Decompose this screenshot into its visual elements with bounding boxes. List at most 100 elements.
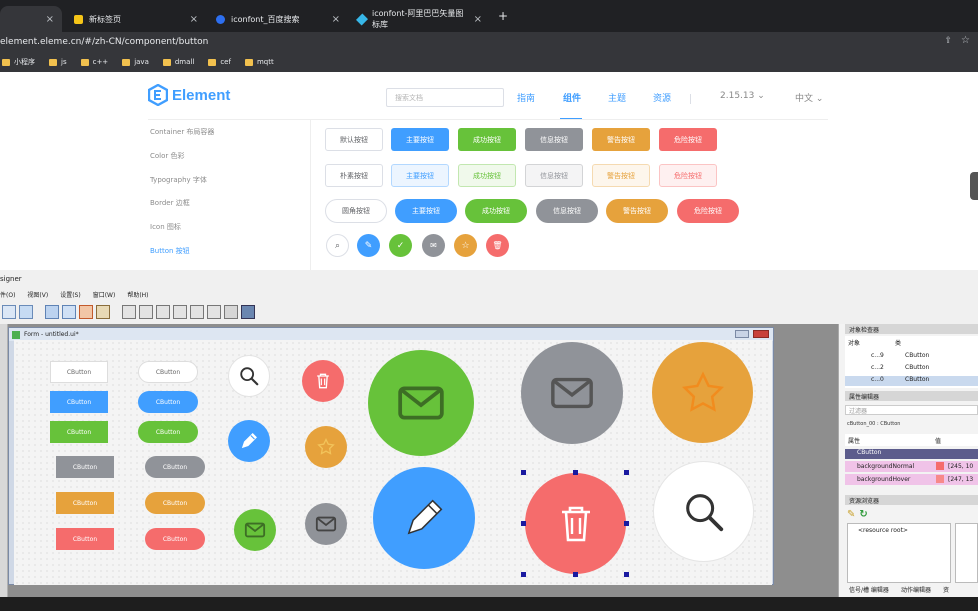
circle-button-edit-large[interactable] bbox=[373, 467, 475, 569]
selection-handle[interactable] bbox=[521, 521, 526, 526]
cbutton-info-round[interactable]: CButton bbox=[145, 456, 205, 478]
cbutton-success-round[interactable]: CButton bbox=[138, 421, 198, 443]
close-icon[interactable] bbox=[753, 330, 769, 338]
btn-circle-check[interactable]: ✓ bbox=[389, 234, 412, 257]
property-filter-input[interactable]: 过滤器 bbox=[845, 405, 978, 415]
btn-round-success[interactable]: 成功按钮 bbox=[465, 199, 527, 223]
selection-handle[interactable] bbox=[521, 572, 526, 577]
btn-danger[interactable]: 危险按钮 bbox=[659, 128, 717, 151]
sidebar-item-button[interactable]: Button 按钮 bbox=[150, 246, 190, 256]
selection-handle[interactable] bbox=[624, 521, 629, 526]
layout-grid-icon[interactable] bbox=[190, 305, 204, 319]
circle-button-message-large[interactable] bbox=[368, 350, 474, 456]
property-row-background-hover[interactable]: backgroundHover [247, 13 bbox=[845, 474, 978, 485]
cbutton-primary-rect[interactable]: CButton bbox=[50, 391, 108, 413]
bookmark-item[interactable]: js bbox=[49, 58, 67, 66]
btn-plain[interactable]: 朴素按钮 bbox=[325, 164, 383, 187]
layout-form-icon[interactable] bbox=[207, 305, 221, 319]
btn-success[interactable]: 成功按钮 bbox=[458, 128, 516, 151]
widget-editing-icon[interactable] bbox=[45, 305, 59, 319]
cbutton-danger-rect[interactable]: CButton bbox=[56, 528, 114, 550]
buddy-icon[interactable] bbox=[79, 305, 93, 319]
resource-root-item[interactable]: <resource root> bbox=[858, 527, 908, 534]
pencil-icon[interactable]: ✎ bbox=[847, 509, 855, 520]
share-icon[interactable]: ⇪ bbox=[944, 36, 952, 46]
cbutton-warning-rect[interactable]: CButton bbox=[56, 492, 114, 514]
element-logo[interactable]: Element bbox=[148, 84, 230, 106]
object-row-selected[interactable]: c...0 CButton bbox=[845, 376, 978, 386]
bookmark-item[interactable]: 小程序 bbox=[2, 57, 35, 67]
lang-select[interactable]: 中文 ⌄ bbox=[795, 91, 823, 104]
browser-tab-active[interactable]: × bbox=[0, 6, 62, 32]
minimize-icon[interactable] bbox=[735, 330, 749, 338]
circle-button-search-small[interactable] bbox=[228, 355, 270, 397]
close-icon[interactable]: × bbox=[190, 14, 198, 25]
menu-item[interactable]: 视图(V) bbox=[27, 290, 48, 299]
bookmark-item[interactable]: java bbox=[122, 58, 149, 66]
tab-signal-slot-editor[interactable]: 信号/槽 编辑器 bbox=[849, 585, 889, 594]
splitter-vertical-icon[interactable] bbox=[173, 305, 187, 319]
nav-component[interactable]: 组件 bbox=[563, 91, 581, 104]
btn-round-primary[interactable]: 主要按钮 bbox=[395, 199, 457, 223]
bookmark-item[interactable]: c++ bbox=[80, 58, 108, 66]
property-section-cbutton[interactable]: CButton bbox=[845, 449, 978, 459]
circle-button-edit-small[interactable] bbox=[228, 420, 270, 462]
circle-button-delete-small[interactable] bbox=[302, 360, 344, 402]
break-layout-icon[interactable] bbox=[224, 305, 238, 319]
btn-round[interactable]: 圆角按钮 bbox=[325, 199, 387, 223]
btn-plain-info[interactable]: 信息按钮 bbox=[525, 164, 583, 187]
btn-circle-edit[interactable]: ✎ bbox=[357, 234, 380, 257]
new-tab-button[interactable]: + bbox=[498, 9, 508, 23]
layout-horizontal-icon[interactable] bbox=[122, 305, 136, 319]
adjust-size-icon[interactable] bbox=[241, 305, 255, 319]
sidebar-item-typography[interactable]: Typography 字体 bbox=[150, 175, 207, 185]
layout-vertical-icon[interactable] bbox=[139, 305, 153, 319]
tab-resource[interactable]: 资 bbox=[943, 585, 949, 594]
btn-plain-warning[interactable]: 警告按钮 bbox=[592, 164, 650, 187]
selection-handle[interactable] bbox=[624, 470, 629, 475]
btn-circle-star[interactable]: ☆ bbox=[454, 234, 477, 257]
sidebar-item-border[interactable]: Border 边框 bbox=[150, 198, 190, 208]
sidebar-item-container[interactable]: Container 布局容器 bbox=[150, 127, 214, 137]
property-row-background-normal[interactable]: backgroundNormal [245, 10 bbox=[845, 461, 978, 472]
circle-button-star-small[interactable] bbox=[305, 426, 347, 468]
btn-round-warning[interactable]: 警告按钮 bbox=[606, 199, 668, 223]
browser-tab-baidu[interactable]: iconfont_百度搜索 × bbox=[208, 6, 348, 32]
reload-icon[interactable]: ↻ bbox=[859, 509, 867, 520]
btn-circle-message[interactable]: ✉ bbox=[422, 234, 445, 257]
signal-slot-icon[interactable] bbox=[62, 305, 76, 319]
toolbar-icon[interactable] bbox=[2, 305, 16, 319]
nav-resource[interactable]: 资源 bbox=[653, 91, 671, 104]
selection-handle[interactable] bbox=[521, 470, 526, 475]
selection-handle[interactable] bbox=[624, 572, 629, 577]
selection-handle[interactable] bbox=[573, 470, 578, 475]
address-bar[interactable]: element.eleme.cn/#/zh-CN/component/butto… bbox=[0, 32, 978, 52]
btn-circle-delete[interactable]: 🗑 bbox=[486, 234, 509, 257]
btn-warning[interactable]: 警告按钮 bbox=[592, 128, 650, 151]
btn-info[interactable]: 信息按钮 bbox=[525, 128, 583, 151]
close-icon[interactable]: × bbox=[474, 14, 482, 25]
object-row[interactable]: c...2 CButton bbox=[845, 364, 978, 374]
btn-round-danger[interactable]: 危险按钮 bbox=[677, 199, 739, 223]
btn-plain-primary[interactable]: 主要按钮 bbox=[391, 164, 449, 187]
bookmark-star-icon[interactable]: ☆ bbox=[961, 35, 970, 46]
cbutton-default-rect[interactable]: CButton bbox=[50, 361, 108, 383]
close-icon[interactable]: × bbox=[46, 14, 54, 25]
bookmark-item[interactable]: mqtt bbox=[244, 58, 274, 66]
circle-button-search-large[interactable] bbox=[653, 461, 754, 562]
nav-guide[interactable]: 指南 bbox=[517, 91, 535, 104]
nav-theme[interactable]: 主题 bbox=[608, 91, 626, 104]
menu-item[interactable]: 设置(S) bbox=[60, 290, 81, 299]
cbutton-success-rect[interactable]: CButton bbox=[50, 421, 108, 443]
circle-button-message-gray-large[interactable] bbox=[521, 342, 623, 444]
cbutton-warning-round[interactable]: CButton bbox=[145, 492, 205, 514]
btn-plain-danger[interactable]: 危险按钮 bbox=[659, 164, 717, 187]
btn-primary[interactable]: 主要按钮 bbox=[391, 128, 449, 151]
object-row[interactable]: c...9 CButton bbox=[845, 352, 978, 362]
cbutton-primary-round[interactable]: CButton bbox=[138, 391, 198, 413]
circle-button-message-small[interactable] bbox=[234, 509, 276, 551]
sidebar-item-color[interactable]: Color 色彩 bbox=[150, 151, 185, 161]
close-icon[interactable]: × bbox=[332, 14, 340, 25]
sidebar-item-icon[interactable]: Icon 图标 bbox=[150, 222, 181, 232]
tab-order-icon[interactable] bbox=[96, 305, 110, 319]
